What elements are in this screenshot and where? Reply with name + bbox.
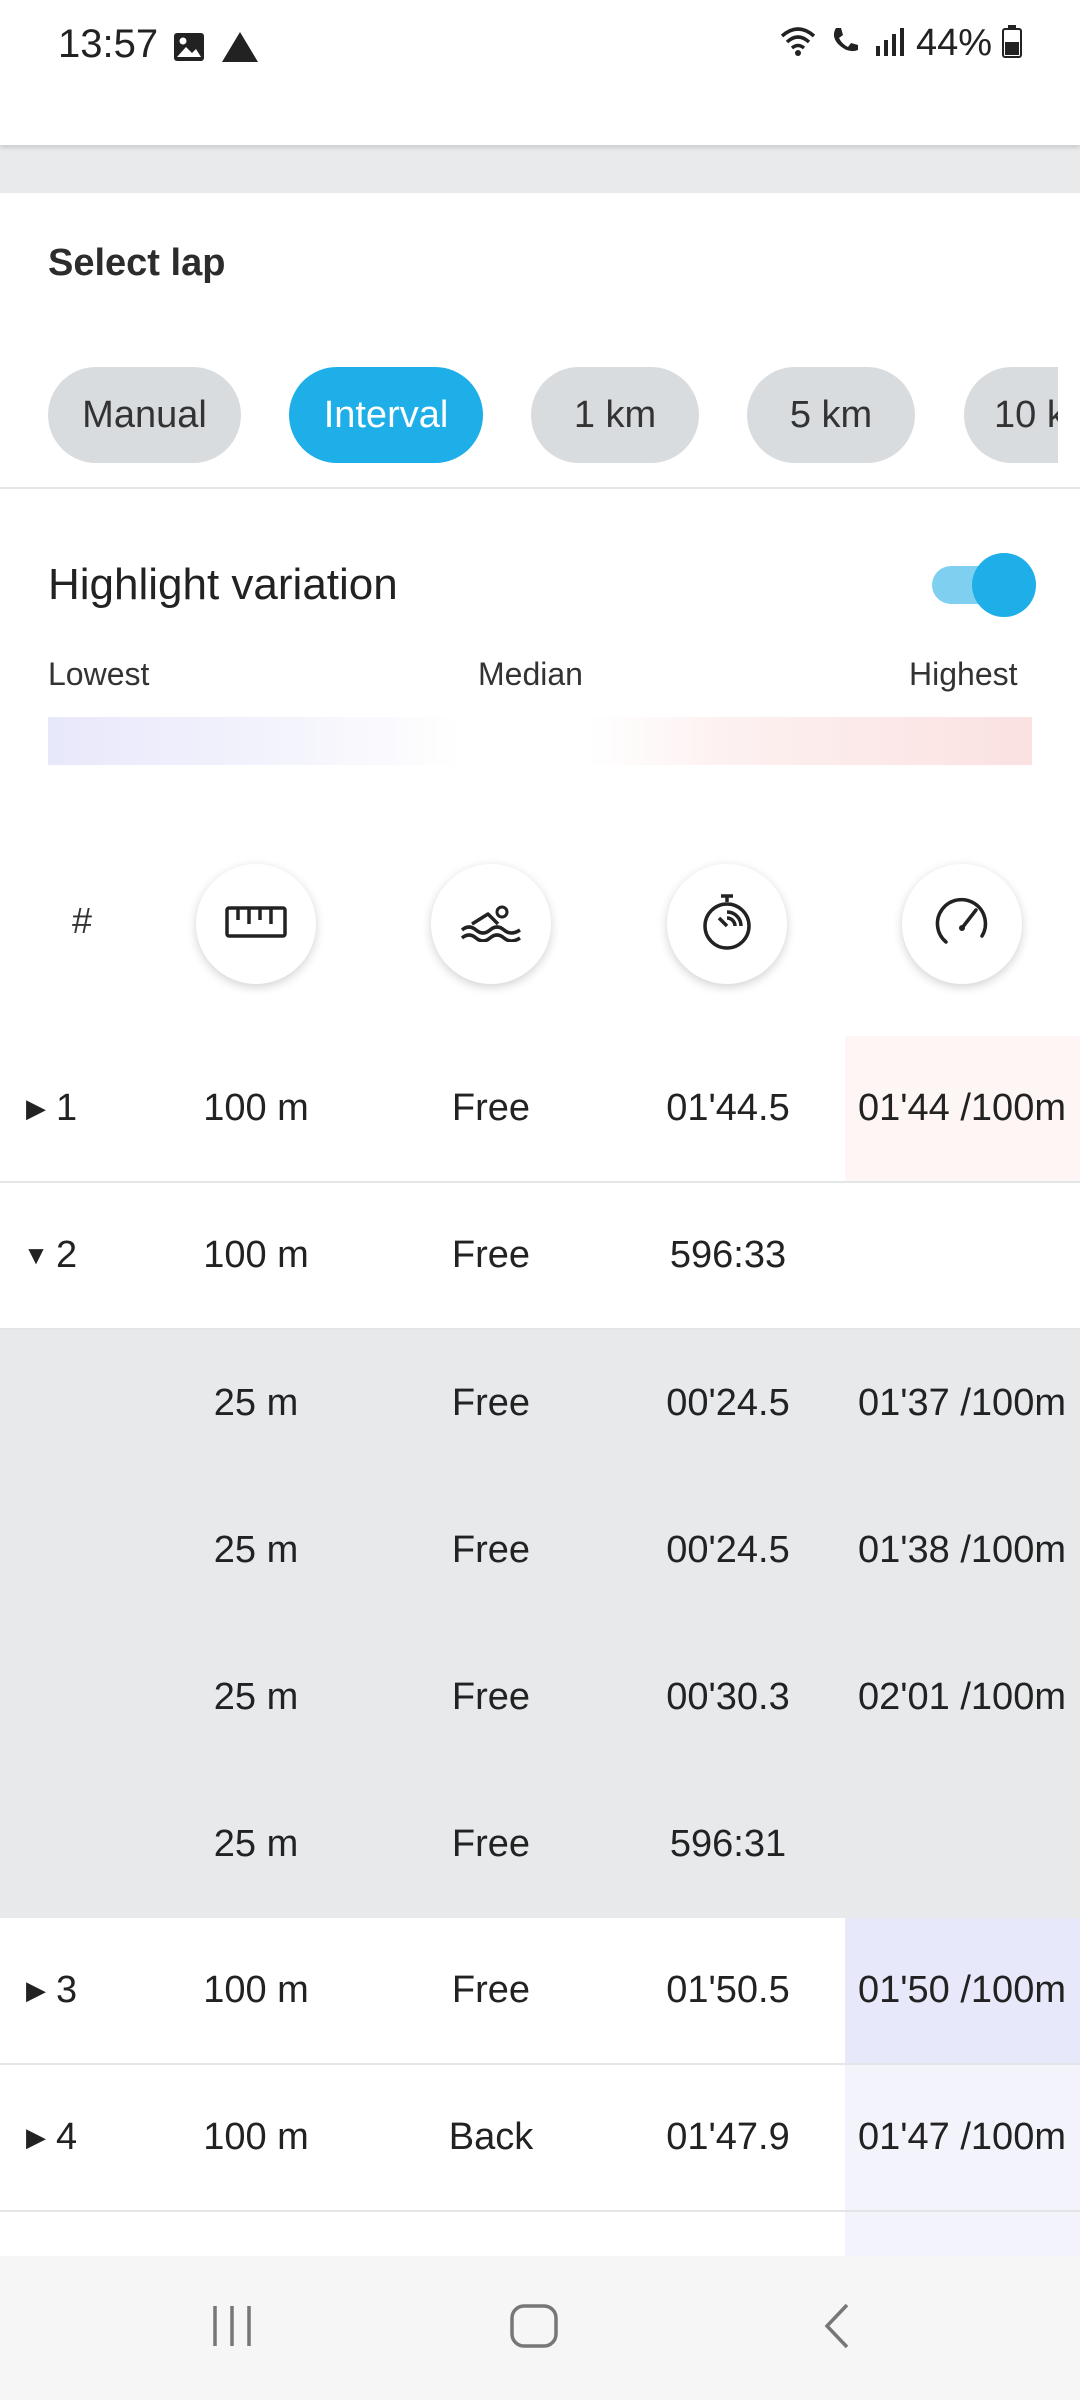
lap-style: Free	[451, 1382, 531, 1424]
lap-distance: 100 m	[203, 1234, 309, 1276]
speedometer-icon	[932, 892, 992, 957]
table-row[interactable]: ▶ 1 100 m Free 01'44.5 01'44 /100m	[0, 1036, 1080, 1183]
lap-pace: 02'01 /100m	[858, 1676, 1066, 1718]
legend-highest: Highest	[909, 656, 1018, 692]
sub-lap-row: 25 m Free 00'24.5 01'38 /100m	[0, 1477, 1080, 1624]
status-bar: 13:57 44%	[0, 0, 1080, 80]
expand-arrow-icon[interactable]: ▶	[18, 1036, 54, 1181]
sub-lap-row: 25 m Free 00'30.3 02'01 /100m	[0, 1624, 1080, 1771]
header-card	[0, 80, 1080, 145]
warning-icon	[220, 30, 260, 69]
status-time: 13:57	[58, 22, 159, 66]
sort-pace-button[interactable]	[902, 864, 1022, 984]
chip-1km[interactable]: 1 km	[531, 367, 699, 463]
stopwatch-icon	[699, 892, 755, 957]
sort-time-button[interactable]	[667, 864, 787, 984]
table-row[interactable]: ▶ 3 100 m Free 01'50.5 01'50 /100m	[0, 1918, 1080, 2065]
highlight-variation-toggle[interactable]	[932, 553, 1036, 617]
expand-arrow-icon[interactable]: ▶	[18, 2065, 54, 2210]
lap-number: 1	[56, 1087, 78, 1129]
lap-pace	[842, 1183, 1080, 1328]
table-row[interactable]: ▶ 4 100 m Back 01'47.9 01'47 /100m	[0, 2065, 1080, 2212]
lap-time: 01'50.5	[666, 1969, 790, 2011]
gallery-icon	[172, 31, 206, 68]
lap-pace: 01'37 /100m	[858, 1382, 1066, 1424]
lap-type-chips[interactable]: Manual Interval 1 km 5 km 10 km	[48, 367, 1058, 463]
lap-style: Free	[451, 1234, 531, 1276]
lap-distance: 100 m	[203, 1969, 309, 2011]
recent-apps-icon	[207, 2301, 257, 2356]
sort-style-button[interactable]	[431, 864, 551, 984]
sort-distance-button[interactable]	[196, 864, 316, 984]
lap-number: 4	[56, 2116, 78, 2158]
lap-time: 00'30.3	[666, 1676, 790, 1718]
select-lap-title: Select lap	[48, 242, 226, 284]
back-icon	[813, 2301, 863, 2356]
legend-lowest: Lowest	[48, 656, 150, 692]
lap-time: 596:31	[669, 1823, 787, 1865]
toggle-knob	[972, 553, 1036, 617]
sub-lap-row: 25 m Free 596:31	[0, 1771, 1080, 1918]
lap-style: Free	[451, 1087, 531, 1129]
lap-pace: 01'38 /100m	[858, 1529, 1066, 1571]
lap-distance: 25 m	[213, 1382, 299, 1424]
wifi-icon	[778, 24, 818, 63]
swimmer-icon	[460, 902, 522, 947]
lap-pace: 01'47 /100m	[858, 2116, 1066, 2158]
lap-distance: 100 m	[203, 2116, 309, 2158]
lap-style: Free	[451, 1969, 531, 2011]
recent-apps-button[interactable]	[200, 2296, 264, 2360]
lap-pace	[842, 1771, 1080, 1918]
system-nav-bar	[0, 2256, 1080, 2400]
lap-time: 00'24.5	[666, 1382, 790, 1424]
column-header-number: #	[72, 900, 93, 941]
lap-time: 596:33	[669, 1234, 787, 1276]
chip-interval[interactable]: Interval	[289, 367, 483, 463]
lap-style: Back	[448, 2116, 534, 2158]
lap-time: 01'47.9	[666, 2116, 790, 2158]
section-separator	[0, 145, 1080, 193]
lap-pace: 01'50 /100m	[858, 1969, 1066, 2011]
lap-style: Free	[451, 1676, 531, 1718]
expand-arrow-icon[interactable]: ▶	[18, 1918, 54, 2063]
home-icon	[509, 2301, 559, 2356]
collapse-arrow-icon[interactable]: ▼	[18, 1183, 54, 1328]
lap-time: 00'24.5	[666, 1529, 790, 1571]
lap-style: Free	[451, 1529, 531, 1571]
lap-number: 2	[56, 1234, 78, 1276]
battery-percent: 44%	[915, 22, 992, 64]
lap-time: 01'44.5	[666, 1087, 790, 1129]
table-row[interactable]: ▼ 2 100 m Free 596:33	[0, 1183, 1080, 1330]
chip-manual[interactable]: Manual	[48, 367, 241, 463]
lap-distance: 25 m	[213, 1676, 299, 1718]
laps-table: ▶ 1 100 m Free 01'44.5 01'44 /100m ▼ 2 1…	[0, 1036, 1080, 2359]
variation-gradient-bar	[48, 717, 1032, 765]
lap-distance: 25 m	[213, 1823, 299, 1865]
lap-style: Free	[451, 1823, 531, 1865]
chip-5km[interactable]: 5 km	[747, 367, 915, 463]
lap-distance: 25 m	[213, 1529, 299, 1571]
back-button[interactable]	[806, 2296, 870, 2360]
battery-icon	[1002, 24, 1022, 63]
home-button[interactable]	[502, 2296, 566, 2360]
lap-distance: 100 m	[203, 1087, 309, 1129]
signal-icon	[872, 24, 906, 63]
lap-pace: 01'44 /100m	[858, 1087, 1066, 1129]
chip-10km[interactable]: 10 km	[964, 367, 1058, 463]
legend-median: Median	[478, 656, 583, 692]
divider	[0, 487, 1080, 489]
sub-lap-row: 25 m Free 00'24.5 01'37 /100m	[0, 1330, 1080, 1477]
wifi-call-icon	[828, 24, 862, 63]
lap-number: 3	[56, 1969, 78, 2011]
ruler-icon	[225, 904, 287, 945]
highlight-variation-label: Highlight variation	[48, 560, 398, 609]
